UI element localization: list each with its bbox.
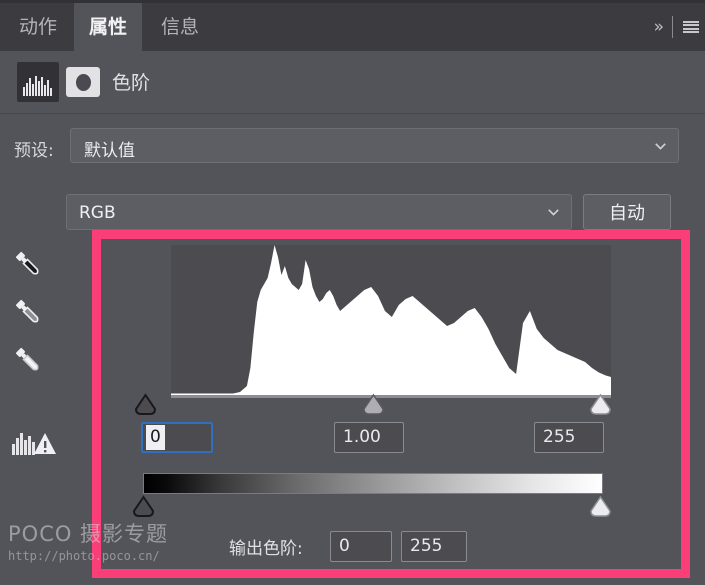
tabbar-divider: [672, 16, 673, 38]
preset-dropdown[interactable]: 默认值: [70, 128, 679, 163]
set-black-point-eyedropper[interactable]: [12, 248, 46, 282]
input-gamma-slider[interactable]: [361, 392, 386, 417]
tab-properties-label: 属性: [88, 16, 127, 38]
input-levels-track: [171, 395, 611, 398]
eyedropper-tool-column: [12, 248, 54, 392]
output-black-value: 0: [339, 536, 350, 556]
watermark-url: http://photo.poco.cn/: [8, 549, 160, 563]
channel-dropdown[interactable]: RGB: [66, 194, 572, 230]
chevron-down-icon: [655, 142, 666, 150]
levels-histogram-chart[interactable]: [171, 245, 611, 395]
tab-info[interactable]: 信息: [142, 3, 218, 51]
collapse-chevrons-icon[interactable]: »: [654, 17, 665, 37]
output-black-slider[interactable]: [131, 494, 156, 519]
tab-actions[interactable]: 动作: [2, 3, 74, 51]
output-levels-gradient-bar[interactable]: [143, 473, 603, 494]
input-white-slider[interactable]: [588, 392, 613, 417]
input-black-field[interactable]: 0: [141, 422, 213, 453]
input-white-field[interactable]: 255: [534, 422, 604, 453]
tab-properties[interactable]: 属性: [74, 3, 142, 51]
channel-value: RGB: [79, 203, 116, 223]
input-black-value: 0: [146, 425, 165, 450]
input-black-slider[interactable]: [133, 392, 158, 417]
chevron-down-icon: [548, 209, 559, 216]
output-levels-label: 输出色阶:: [229, 539, 303, 559]
levels-histogram-icon: [17, 62, 59, 102]
histogram-plot: [171, 245, 611, 395]
input-gamma-field[interactable]: 1.00: [334, 422, 404, 453]
watermark-title: POCO 摄影专题: [8, 522, 169, 546]
levels-panel-header: 色阶: [0, 51, 705, 114]
tabbar-controls: »: [654, 3, 705, 51]
set-gray-point-eyedropper[interactable]: [12, 296, 46, 330]
preset-value: 默认值: [84, 141, 135, 161]
auto-button[interactable]: 自动: [583, 194, 671, 230]
output-white-field[interactable]: 255: [401, 531, 467, 562]
set-white-point-eyedropper[interactable]: [12, 344, 46, 378]
page-title: 色阶: [112, 72, 151, 94]
output-white-slider[interactable]: [588, 494, 613, 519]
output-white-value: 255: [410, 536, 443, 556]
histogram-uncached-warning-icon[interactable]: [12, 430, 58, 456]
layer-mask-thumbnail-icon[interactable]: [66, 67, 100, 97]
mask-ellipse: [75, 73, 91, 91]
tab-info-label: 信息: [160, 16, 199, 38]
input-white-value: 255: [543, 427, 576, 447]
preset-label: 预设:: [14, 141, 54, 161]
panel-tab-bar: 动作 属性 信息 »: [0, 0, 705, 51]
panel-menu-icon[interactable]: [683, 20, 699, 34]
input-gamma-value: 1.00: [343, 427, 381, 447]
tab-actions-label: 动作: [18, 16, 57, 38]
watermark: POCO 摄影专题 http://photo.poco.cn/: [8, 518, 168, 563]
output-black-field[interactable]: 0: [330, 531, 392, 562]
